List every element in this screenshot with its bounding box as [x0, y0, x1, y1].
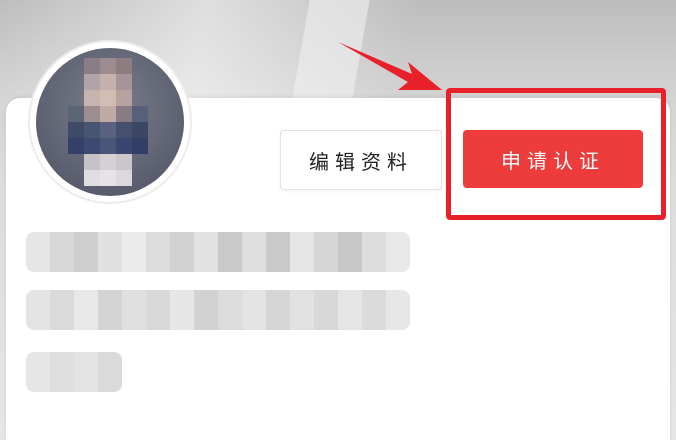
blurred-name	[26, 232, 410, 272]
highlight-box	[446, 88, 666, 220]
pointer-arrow-icon	[338, 42, 442, 90]
screenshot-stage: 编辑资料 申请认证	[0, 0, 676, 440]
avatar[interactable]	[30, 42, 190, 202]
avatar-image-pixelated	[36, 48, 184, 196]
edit-profile-button[interactable]: 编辑资料	[280, 130, 442, 190]
blurred-bio	[26, 290, 410, 330]
blurred-extra	[26, 352, 122, 392]
